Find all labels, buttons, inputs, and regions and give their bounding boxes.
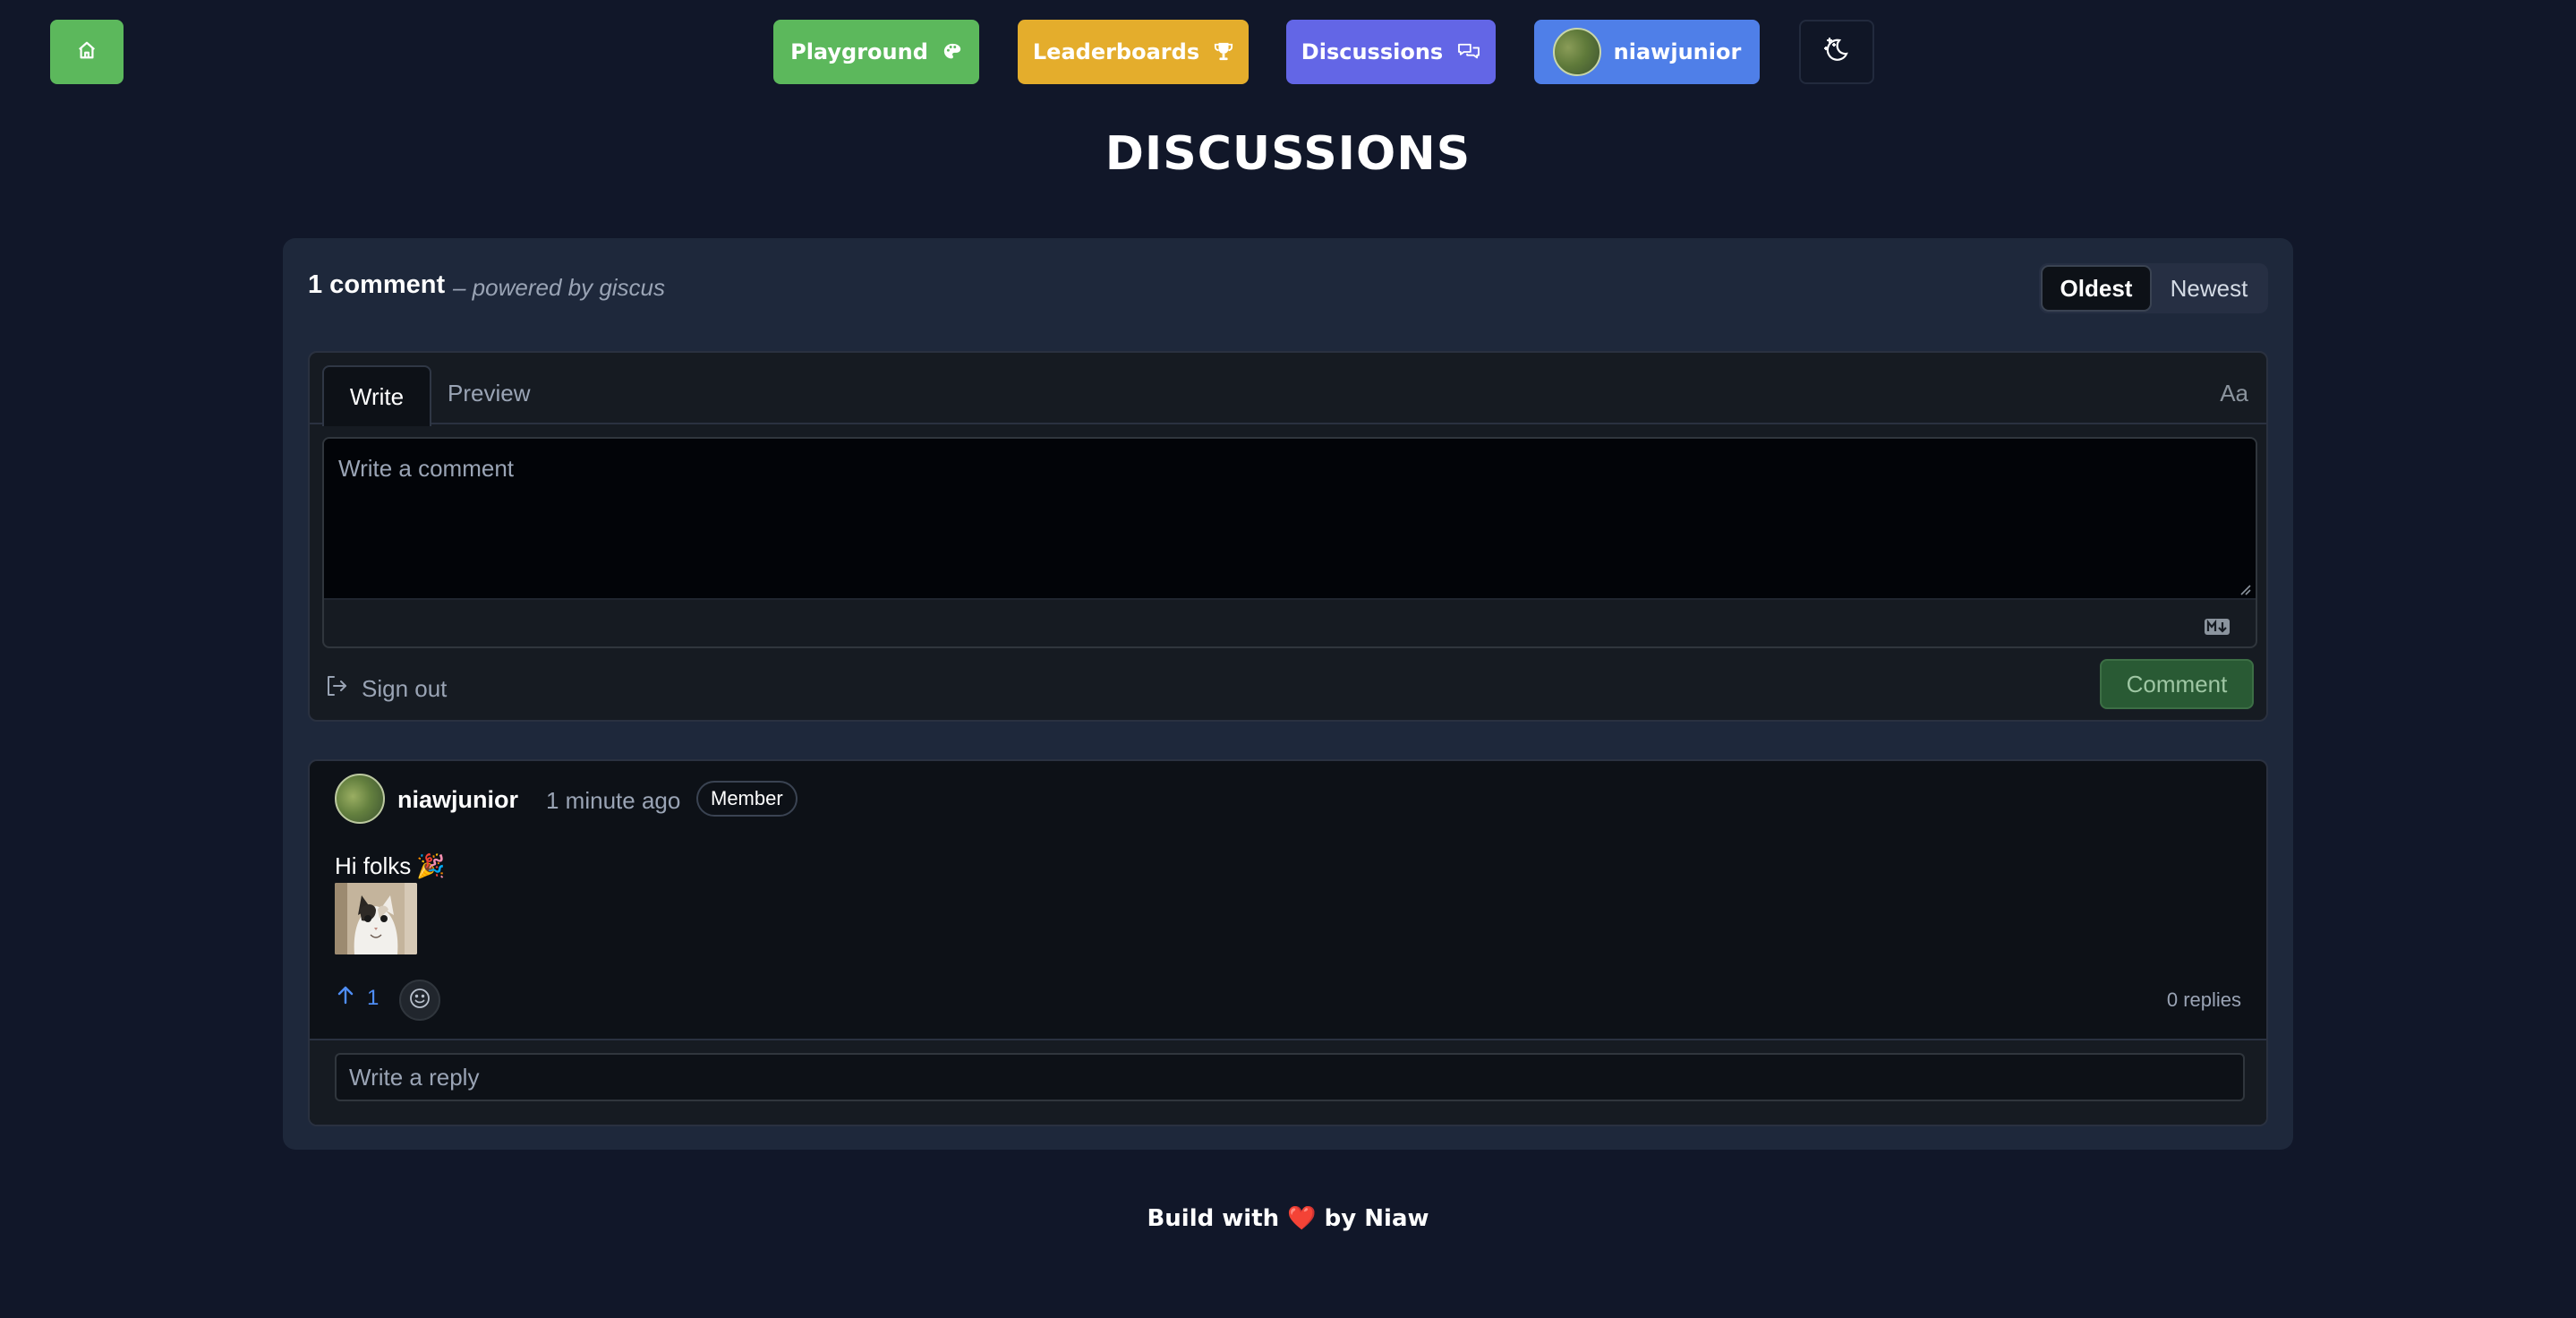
chat-bubbles-icon (1457, 42, 1480, 62)
giscus-panel: 1 comment – powered by giscus Oldest New… (283, 238, 2293, 1150)
sign-out-button[interactable]: Sign out (324, 673, 447, 705)
powered-by-giscus: – powered by giscus (453, 274, 666, 301)
comment-editor: Write Preview Aa Write a comment Sign ou… (308, 351, 2268, 722)
markdown-icon (2204, 618, 2231, 640)
footer-text-before: Build with (1147, 1205, 1280, 1232)
arrow-up-icon (337, 985, 354, 1011)
tab-write[interactable]: Write (322, 365, 431, 426)
username-label: niawjunior (1613, 39, 1742, 64)
comment-timestamp[interactable]: 1 minute ago (546, 787, 680, 815)
home-button[interactable] (50, 20, 124, 84)
tab-preview[interactable]: Preview (448, 380, 530, 407)
reply-area (310, 1039, 2266, 1125)
comment-author[interactable]: niawjunior (397, 786, 518, 814)
text-size-button[interactable]: Aa (2220, 380, 2248, 407)
member-badge: Member (696, 781, 798, 817)
comment-count: 1 comment (308, 270, 446, 299)
smiley-icon (408, 987, 431, 1014)
user-profile-button[interactable]: niawjunior (1534, 20, 1760, 84)
palette-icon (943, 42, 962, 62)
party-emoji: 🎉 (416, 852, 446, 879)
theme-toggle-button[interactable] (1799, 20, 1874, 84)
comment-input[interactable] (324, 439, 2256, 600)
leaderboards-label: Leaderboards (1032, 39, 1200, 64)
add-reaction-button[interactable] (399, 980, 440, 1021)
moon-stars-icon (1821, 35, 1852, 70)
playground-label: Playground (790, 39, 928, 64)
upvote-count: 1 (367, 985, 380, 1010)
reply-input[interactable] (335, 1053, 2245, 1101)
comment-input-wrapper (322, 437, 2257, 648)
avatar (1552, 28, 1601, 76)
footer-text-after: by Niaw (1324, 1205, 1429, 1232)
heart-emoji: ❤️ (1287, 1205, 1317, 1232)
comment-text: Hi folks (335, 852, 412, 879)
avatar[interactable] (335, 774, 385, 824)
editor-tabs: Write Preview Aa (310, 353, 2266, 426)
comment-body: Hi folks 🎉 (335, 852, 446, 880)
sign-out-label: Sign out (362, 675, 448, 702)
comment-submit-button[interactable]: Comment (2100, 659, 2254, 709)
comment-card: niawjunior 1 minute ago Member Hi folks … (308, 759, 2268, 1126)
footer: Build with ❤️ by Niaw (0, 1205, 2576, 1232)
sort-oldest-button[interactable]: Oldest (2041, 265, 2152, 312)
sign-out-icon (324, 673, 349, 705)
trophy-icon (1214, 41, 1233, 63)
discussions-button[interactable]: Discussions (1286, 20, 1496, 84)
upvote-button[interactable]: 1 (337, 985, 379, 1011)
cat-photo[interactable] (335, 883, 417, 954)
leaderboards-button[interactable]: Leaderboards (1018, 20, 1249, 84)
sort-newest-button[interactable]: Newest (2152, 265, 2266, 312)
replies-count: 0 replies (2166, 988, 2241, 1011)
home-icon (77, 40, 97, 64)
sort-toggle: Oldest Newest (2039, 263, 2268, 313)
playground-button[interactable]: Playground (773, 20, 979, 84)
page-title: DISCUSSIONS (1105, 127, 1471, 181)
discussions-label: Discussions (1301, 39, 1444, 64)
resize-handle-icon[interactable] (2238, 582, 2252, 601)
